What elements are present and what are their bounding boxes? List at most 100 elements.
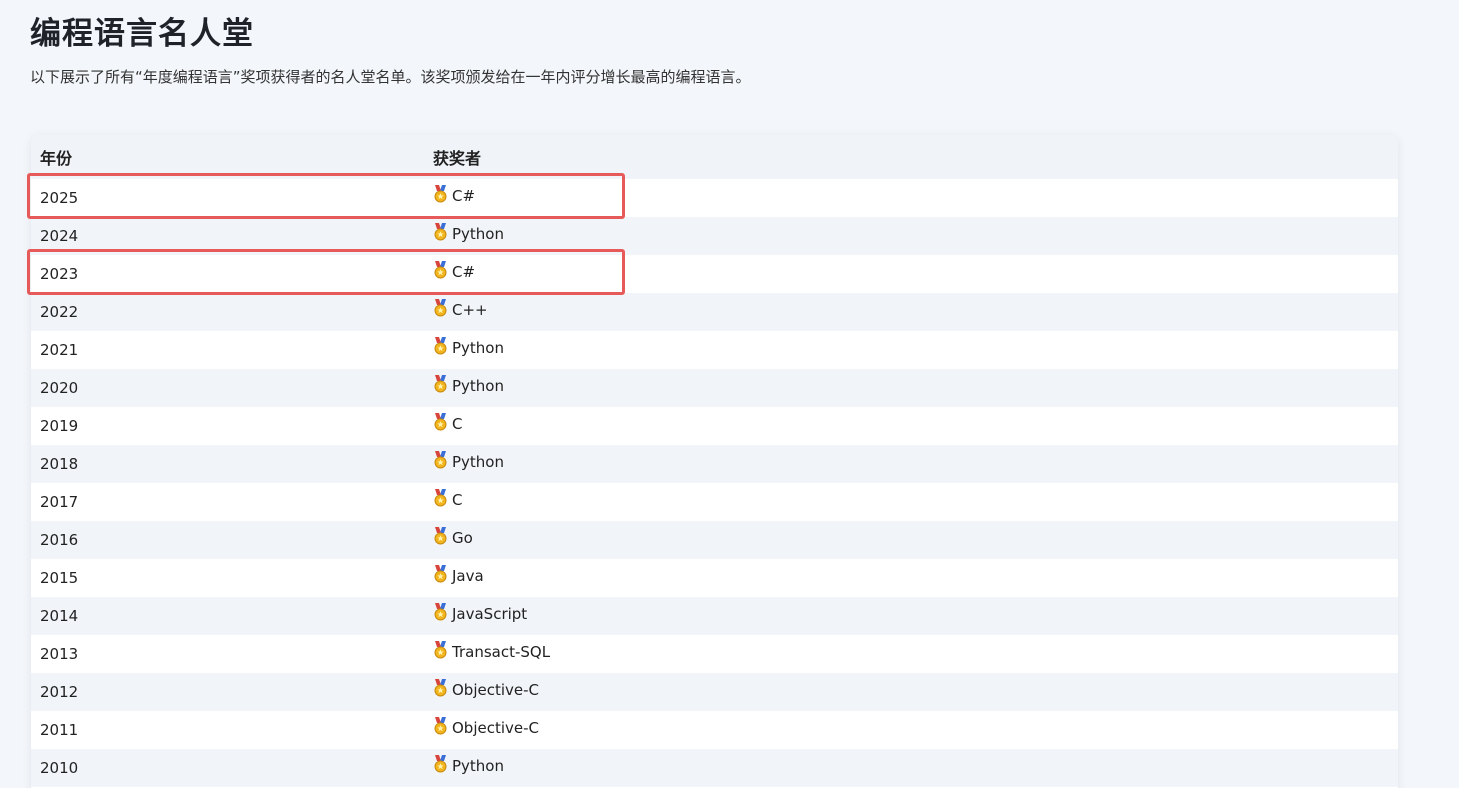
column-header-winner: 获奖者 (433, 149, 482, 168)
medal-icon (433, 299, 448, 317)
medal-icon (433, 223, 448, 241)
table-row: 2011 Objective-C (31, 711, 1398, 749)
winner: Java (433, 565, 484, 585)
year-cell: 2012 (40, 683, 79, 701)
winner-cell: Go (424, 521, 1398, 559)
table-row: 2019 C (31, 407, 1398, 445)
winner-cell: C# (424, 255, 1398, 293)
winner-cell: C++ (424, 293, 1398, 331)
winner-name: C# (452, 263, 476, 281)
winner-cell: Python (424, 445, 1398, 483)
medal-icon (433, 717, 448, 735)
year-cell: 2011 (40, 721, 79, 739)
winner-cell: Objective-C (424, 673, 1398, 711)
page: 编程语言名人堂 以下展示了所有“年度编程语言”奖项获得者的名人堂名单。该奖项颁发… (0, 0, 1459, 788)
year-cell: 2017 (40, 493, 79, 511)
table-row: 2017 C (31, 483, 1398, 521)
year-cell: 2013 (40, 645, 79, 663)
winner: JavaScript (433, 603, 528, 623)
table-row: 2016 Go (31, 521, 1398, 559)
medal-icon (433, 375, 448, 393)
hall-of-fame-table: 年份 获奖者 2025 C# 2024 Python 2023 C# 2022 C++ 2021… (31, 135, 1398, 787)
page-title: 编程语言名人堂 (30, 16, 254, 52)
medal-icon (433, 527, 448, 545)
year-cell: 2022 (40, 303, 79, 321)
year-cell: 2010 (40, 759, 79, 777)
winner-name: Python (452, 225, 504, 243)
winner-cell: Python (424, 369, 1398, 407)
winner-cell: Transact-SQL (424, 635, 1398, 673)
year-cell: 2020 (40, 379, 79, 397)
winner: C (433, 489, 463, 509)
winner: C# (433, 185, 476, 205)
winner-name: JavaScript (452, 605, 528, 623)
table-row: 2014 JavaScript (31, 597, 1398, 635)
winner-name: C (452, 415, 463, 433)
winner-cell: Objective-C (424, 711, 1398, 749)
year-cell: 2021 (40, 341, 79, 359)
winner-cell: Python (424, 331, 1398, 369)
winner-cell: C (424, 483, 1398, 521)
table-header: 年份 获奖者 (31, 135, 1398, 179)
table-row: 2022 C++ (31, 293, 1398, 331)
medal-icon (433, 603, 448, 621)
winner-cell: Python (424, 217, 1398, 255)
medal-icon (433, 413, 448, 431)
year-cell: 2019 (40, 417, 79, 435)
winner-cell: JavaScript (424, 597, 1398, 635)
winner-name: C# (452, 187, 476, 205)
winner-name: Python (452, 339, 504, 357)
winner: Go (433, 527, 473, 547)
table-row: 2025 C# (31, 179, 1398, 217)
table-body: 2025 C# 2024 Python 2023 C# 2022 C++ 2021 Python 2… (31, 179, 1398, 787)
winner: Python (433, 451, 504, 471)
year-cell: 2016 (40, 531, 79, 549)
table-row: 2015 Java (31, 559, 1398, 597)
winner: C++ (433, 299, 488, 319)
table-row: 2020 Python (31, 369, 1398, 407)
year-cell: 2018 (40, 455, 79, 473)
hall-of-fame-card: 年份 获奖者 2025 C# 2024 Python 2023 C# 2022 C++ 2021… (31, 135, 1398, 788)
table-row: 2021 Python (31, 331, 1398, 369)
winner-name: Java (452, 567, 484, 585)
winner-name: Go (452, 529, 473, 547)
winner: Python (433, 375, 504, 395)
year-cell: 2023 (40, 265, 79, 283)
winner-cell: C (424, 407, 1398, 445)
table-row: 2010 Python (31, 749, 1398, 787)
winner-name: Python (452, 757, 504, 775)
winner-name: Objective-C (452, 719, 540, 737)
winner-name: Objective-C (452, 681, 540, 699)
medal-icon (433, 337, 448, 355)
page-description: 以下展示了所有“年度编程语言”奖项获得者的名人堂名单。该奖项颁发给在一年内评分增… (30, 68, 751, 86)
medal-icon (433, 489, 448, 507)
medal-icon (433, 641, 448, 659)
winner: Objective-C (433, 717, 540, 737)
table-row: 2018 Python (31, 445, 1398, 483)
medal-icon (433, 679, 448, 697)
winner: Python (433, 755, 504, 775)
table-row: 2024 Python (31, 217, 1398, 255)
winner-name: Python (452, 453, 504, 471)
winner-cell: C# (424, 179, 1398, 217)
medal-icon (433, 451, 448, 469)
year-cell: 2015 (40, 569, 79, 587)
column-header-year: 年份 (40, 149, 73, 168)
winner-name: C++ (452, 301, 488, 319)
table-row: 2013 Transact-SQL (31, 635, 1398, 673)
medal-icon (433, 261, 448, 279)
medal-icon (433, 185, 448, 203)
winner-name: Transact-SQL (452, 643, 551, 661)
winner-cell: Java (424, 559, 1398, 597)
winner-name: Python (452, 377, 504, 395)
year-cell: 2014 (40, 607, 79, 625)
year-cell: 2024 (40, 227, 79, 245)
winner: Transact-SQL (433, 641, 551, 661)
winner: Python (433, 337, 504, 357)
winner: C# (433, 261, 476, 281)
year-cell: 2025 (40, 189, 79, 207)
medal-icon (433, 755, 448, 773)
medal-icon (433, 565, 448, 583)
winner: C (433, 413, 463, 433)
winner-name: C (452, 491, 463, 509)
